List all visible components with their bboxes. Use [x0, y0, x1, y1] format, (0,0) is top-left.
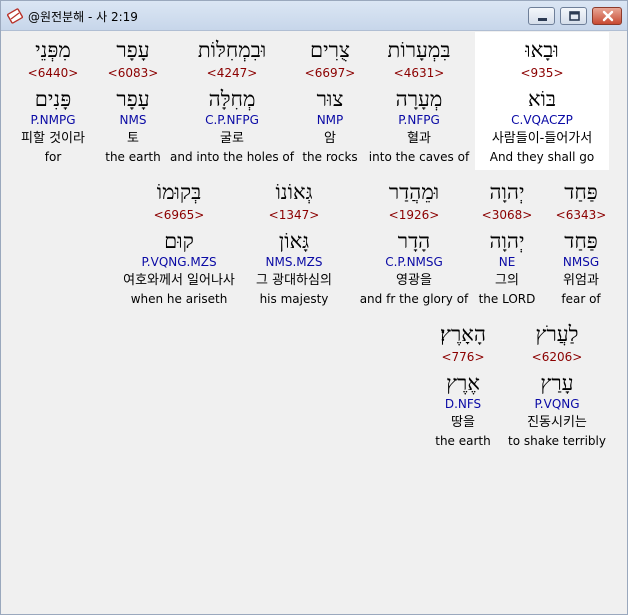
word-cell[interactable]: צֻרִים <6697> צוּר NMP 암 the rocks	[285, 32, 375, 170]
hebrew-lemma: יְהוָה	[489, 229, 525, 253]
english-gloss: the earth	[105, 150, 161, 164]
hebrew-word: פַּחַד	[564, 180, 598, 204]
word-cell[interactable]: בְּקוּמוֹ <6965> קוּם P.VQNG.MZS 여호와께서 일…	[109, 174, 249, 312]
korean-gloss: 진동시키는	[527, 415, 587, 430]
korean-gloss: 토	[127, 131, 139, 146]
hebrew-word: צֻרִים	[310, 38, 350, 62]
hebrew-word: וּבִמְחִלּוֹת	[197, 38, 267, 62]
strong-number[interactable]: <1926>	[349, 208, 479, 222]
korean-gloss: 피할 것이라	[21, 131, 85, 146]
title-bar[interactable]: @원전분해 - 사 2:19	[1, 1, 627, 31]
word-cell[interactable]: וּבָאוּ <935> בּוֹא C.VQACZP 사람들이-들어가서 A…	[475, 32, 609, 170]
morphology-code: C.P.NMSG	[385, 255, 443, 269]
english-gloss: the earth	[435, 434, 491, 448]
hebrew-lemma: פָּנִים	[34, 87, 72, 111]
interlinear-panel: וּבָאוּ <935> בּוֹא C.VQACZP 사람들이-들어가서 A…	[9, 32, 619, 608]
hebrew-lemma: גָּאוֹן	[278, 229, 310, 253]
maximize-icon	[569, 11, 580, 21]
word-cell[interactable]: יְהוָה <3068> יְהוָה NE 그의 the LORD	[469, 174, 545, 312]
strong-number[interactable]: <6965>	[109, 208, 249, 222]
morphology-code: P.VQNG	[534, 397, 580, 411]
word-cell[interactable]: פַּחַד <6343> פַּחַד NMSG 위엄과 fear of	[543, 174, 619, 312]
korean-gloss: 땅을	[451, 415, 475, 430]
english-gloss: for	[44, 150, 62, 164]
hebrew-word: גְּאוֹנוֹ	[275, 180, 313, 204]
maximize-button[interactable]	[560, 7, 587, 25]
minimize-icon	[538, 18, 547, 21]
hebrew-lemma: אֶרֶץ	[446, 371, 480, 395]
word-cell[interactable]: גְּאוֹנוֹ <1347> גָּאוֹן NMS.MZS 그 광대하심의…	[245, 174, 343, 312]
morphology-code: NMP	[316, 113, 344, 127]
hebrew-word: וּמֵהֲדַר	[388, 180, 440, 204]
korean-gloss: 그 광대하심의	[256, 273, 332, 288]
bible-book-icon[interactable]	[6, 8, 24, 24]
strong-number[interactable]: <935>	[475, 66, 609, 80]
english-gloss: when he ariseth	[130, 292, 228, 306]
word-cell[interactable]: וּבִמְחִלּוֹת <4247> מְחִלָּה C.P.NFPG 굴…	[166, 32, 298, 170]
window-title: @원전분해 - 사 2:19	[28, 10, 138, 24]
korean-gloss: 암	[324, 131, 336, 146]
strong-number[interactable]: <6440>	[9, 66, 97, 80]
korean-gloss: 굴로	[220, 131, 244, 146]
english-gloss: to shake terribly	[508, 434, 606, 448]
english-gloss: his majesty	[259, 292, 329, 306]
morphology-code: NMSG	[562, 255, 600, 269]
minimize-button[interactable]	[528, 7, 555, 25]
word-cell[interactable]: הָאָרֶץ׃ <776> אֶרֶץ D.NFS 땅을 the earth	[425, 316, 501, 454]
word-cell[interactable]: וּמֵהֲדַר <1926> הָדָר C.P.NMSG 영광을 and …	[349, 174, 479, 312]
strong-number[interactable]: <6083>	[95, 66, 171, 80]
strong-number[interactable]: <6206>	[507, 350, 607, 364]
english-gloss: And they shall go	[489, 150, 595, 164]
korean-gloss: 그의	[495, 273, 519, 288]
english-gloss: the rocks	[302, 150, 358, 164]
hebrew-word: בְּקוּמוֹ	[156, 180, 202, 204]
english-gloss: the LORD	[478, 292, 536, 306]
korean-gloss: 영광을	[396, 273, 432, 288]
strong-number[interactable]: <6343>	[543, 208, 619, 222]
hebrew-lemma: עָפָר	[116, 87, 150, 111]
word-cell[interactable]: לַעֲרֹץ <6206> עָרַץ P.VQNG 진동시키는 to sha…	[507, 316, 607, 454]
hebrew-word: לַעֲרֹץ	[535, 322, 579, 346]
morphology-code: NE	[498, 255, 516, 269]
hebrew-lemma: הָדָר	[397, 229, 431, 253]
hebrew-word: הָאָרֶץ׃	[440, 322, 486, 346]
hebrew-lemma: צוּר	[316, 87, 344, 111]
app-window: @원전분해 - 사 2:19 וּבָאוּ <935> בּוֹא C.VQA…	[0, 0, 628, 615]
hebrew-word: יְהוָה	[489, 180, 525, 204]
strong-number[interactable]: <1347>	[245, 208, 343, 222]
hebrew-lemma: מְחִלָּה	[208, 87, 256, 111]
hebrew-word: מִפְּנֵי	[35, 38, 71, 62]
morphology-code: C.VQACZP	[511, 113, 573, 127]
morphology-code: P.VQNG.MZS	[141, 255, 217, 269]
korean-gloss: 여호와께서 일어나사	[123, 273, 235, 288]
morphology-code: C.P.NFPG	[205, 113, 259, 127]
morphology-code: D.NFS	[444, 397, 482, 411]
strong-number[interactable]: <776>	[425, 350, 501, 364]
hebrew-lemma: פַּחַד	[564, 229, 598, 253]
word-cell[interactable]: מִפְּנֵי <6440> פָּנִים P.NMPG 피할 것이라 fo…	[9, 32, 97, 170]
hebrew-lemma: בּוֹא	[527, 87, 557, 111]
strong-number[interactable]: <4247>	[166, 66, 298, 80]
english-gloss: and fr the glory of	[359, 292, 469, 306]
close-icon	[602, 10, 614, 22]
close-button[interactable]	[592, 7, 622, 25]
hebrew-lemma: קוּם	[164, 229, 194, 253]
word-cell[interactable]: עָפָר <6083> עָפָר NMS 토 the earth	[95, 32, 171, 170]
morphology-code: NMS	[119, 113, 147, 127]
morphology-code: NMS.MZS	[265, 255, 323, 269]
morphology-code: P.NMPG	[30, 113, 76, 127]
hebrew-word: וּבָאוּ	[525, 38, 559, 62]
korean-gloss: 사람들이-들어가서	[491, 131, 593, 146]
strong-number[interactable]: <3068>	[469, 208, 545, 222]
hebrew-lemma: עָרַץ	[540, 371, 574, 395]
strong-number[interactable]: <6697>	[285, 66, 375, 80]
english-gloss: fear of	[561, 292, 601, 306]
korean-gloss: 위엄과	[563, 273, 599, 288]
hebrew-word: עָפָר	[116, 38, 150, 62]
english-gloss: and into the holes of	[170, 150, 294, 164]
